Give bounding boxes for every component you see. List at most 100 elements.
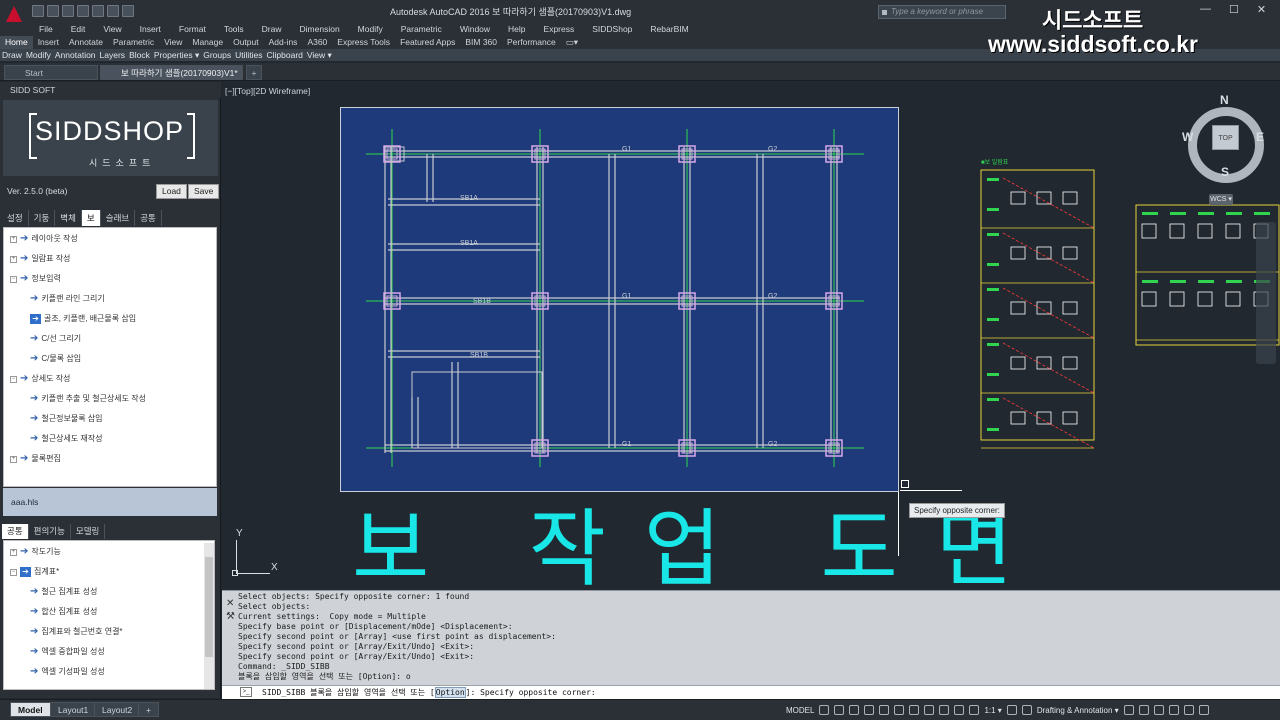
hardware-acceleration-icon[interactable] — [1168, 705, 1179, 715]
menu-siddshop[interactable]: SIDDShop — [583, 22, 641, 36]
undo-icon[interactable] — [107, 5, 119, 17]
save-as-icon[interactable] — [77, 5, 89, 17]
annotation-visibility-icon[interactable] — [954, 705, 965, 715]
ribbon-panel-groups[interactable]: Groups — [201, 49, 233, 61]
grid-icon[interactable] — [819, 705, 830, 715]
navigation-bar[interactable] — [1256, 222, 1276, 364]
lock-ui-icon[interactable] — [1138, 705, 1149, 715]
ribbon-more-icon[interactable]: ▭▾ — [561, 36, 583, 49]
command-input-text[interactable]: SIDD_SIBB 블록을 삽입할 영역을 선택 또는 [Option]: Sp… — [262, 687, 596, 698]
ribbon-tab-add-ins[interactable]: Add-ins — [264, 36, 303, 49]
workspace-switch[interactable]: Drafting & Annotation ▾ — [1037, 706, 1119, 715]
tree-item[interactable]: − ➔ 상세도 작성 — [10, 372, 70, 386]
palette-tab-0[interactable]: 설정 — [2, 210, 29, 226]
plot-icon[interactable] — [92, 5, 104, 17]
tree-item[interactable]: + ➔ 물록편집 — [10, 452, 61, 466]
selection-cycling-icon[interactable] — [939, 705, 950, 715]
ribbon-tab-performance[interactable]: Performance — [502, 36, 561, 49]
menu-view[interactable]: View — [94, 22, 130, 36]
ribbon-panel-draw[interactable]: Draw — [0, 49, 24, 61]
palette-tab-5[interactable]: 공통 — [135, 210, 162, 226]
tree-item[interactable]: ➔ C/물록 삽입 — [30, 352, 81, 366]
command-prompt-icon[interactable]: >_ — [240, 687, 252, 697]
settings-icon[interactable] — [1006, 705, 1017, 715]
isolate-objects-icon[interactable] — [1153, 705, 1164, 715]
open-icon[interactable] — [47, 5, 59, 17]
tree-item[interactable]: ➔ 철근 집계표 성성 — [30, 585, 97, 599]
menu-file[interactable]: File — [30, 22, 62, 36]
autocad-app-menu-button[interactable] — [0, 0, 30, 36]
ribbon-panel-modify[interactable]: Modify — [24, 49, 53, 61]
minimize-button[interactable]: — — [1200, 3, 1211, 16]
option-keyword[interactable]: Option — [434, 687, 466, 698]
ribbon-panel-block[interactable]: Block — [127, 49, 152, 61]
menu-dimension[interactable]: Dimension — [291, 22, 349, 36]
palette-tab-0[interactable]: 공통 — [2, 524, 29, 539]
ribbon-panel-utilities[interactable]: Utilities — [233, 49, 264, 61]
otrack-icon[interactable] — [894, 705, 905, 715]
add-scale-icon[interactable] — [1021, 705, 1032, 715]
tree-item[interactable]: ➔ 키플랜 추출 및 철근상세도 작성 — [30, 392, 146, 406]
menu-insert[interactable]: Insert — [131, 22, 170, 36]
menu-rebarbim[interactable]: RebarBIM — [641, 22, 697, 36]
save-button[interactable]: Save — [188, 184, 220, 199]
annotation-scale[interactable]: 1:1 ▾ — [984, 706, 1001, 715]
collapse-icon[interactable]: − — [10, 275, 17, 283]
load-button[interactable]: Load — [156, 184, 187, 199]
tree-item[interactable]: ➔ 엑셀 기성파일 성성 — [30, 665, 105, 679]
save-icon[interactable] — [62, 5, 74, 17]
tree-item[interactable]: ➔ C/선 그리기 — [30, 332, 81, 346]
scrollbar-thumb[interactable] — [205, 557, 213, 657]
floor-plan-drawing[interactable]: SB1A SB1A SB1B SB1B G1 G2 G1 G2 G1 G2 — [340, 107, 900, 493]
ortho-icon[interactable] — [849, 705, 860, 715]
palette-tab-1[interactable]: 기둥 — [29, 210, 56, 226]
menu-window[interactable]: Window — [451, 22, 499, 36]
redo-icon[interactable] — [122, 5, 134, 17]
tree-item[interactable]: − ➔ 집계표* — [10, 565, 59, 579]
tree-item[interactable]: ➔ 키플랜 라인 그리기 — [30, 292, 105, 306]
osnap-icon[interactable] — [879, 705, 890, 715]
tree-item[interactable]: ➔ 집계표와 철근번호 연결* — [30, 625, 123, 639]
model-space-button[interactable]: MODEL — [786, 706, 814, 715]
layout-tab-layout1[interactable]: Layout1 — [50, 702, 97, 717]
snap-icon[interactable] — [834, 705, 845, 715]
compass-south[interactable]: S — [1221, 165, 1229, 179]
ribbon-tab-featured-apps[interactable]: Featured Apps — [395, 36, 460, 49]
maximize-button[interactable]: ☐ — [1229, 3, 1239, 16]
ribbon-tab-insert[interactable]: Insert — [33, 36, 64, 49]
viewcube-top-face[interactable]: TOP — [1212, 125, 1239, 150]
compass-west[interactable]: W — [1182, 130, 1193, 144]
ribbon-tab-express-tools[interactable]: Express Tools — [332, 36, 395, 49]
tree-item[interactable]: ➔ 엑셀 중합파일 성성 — [30, 645, 105, 659]
viewcube[interactable]: TOP N S E W — [1182, 93, 1268, 183]
customization-icon[interactable] — [1198, 705, 1209, 715]
menu-draw[interactable]: Draw — [253, 22, 291, 36]
ribbon-panel-properties[interactable]: Properties ▾ — [152, 49, 201, 61]
tree-scrollbar[interactable] — [204, 543, 214, 689]
expand-icon[interactable]: + — [10, 548, 17, 556]
menu-edit[interactable]: Edit — [62, 22, 95, 36]
ribbon-tab-bim-360[interactable]: BIM 360 — [460, 36, 502, 49]
search-input[interactable]: Type a keyword or phrase — [878, 5, 1006, 19]
ribbon-panel-view[interactable]: View ▾ — [305, 49, 334, 61]
menu-express[interactable]: Express — [535, 22, 584, 36]
compass-north[interactable]: N — [1220, 93, 1229, 107]
layout-tab-layout2[interactable]: Layout2 — [94, 702, 141, 717]
palette-tab-2[interactable]: 벽체 — [55, 210, 82, 226]
auto-scale-icon[interactable] — [969, 705, 980, 715]
transparency-icon[interactable] — [924, 705, 935, 715]
ribbon-panel-annotation[interactable]: Annotation — [53, 49, 98, 61]
viewport-controls[interactable]: [−][Top][2D Wireframe] — [225, 86, 310, 96]
ribbon-tab-output[interactable]: Output — [228, 36, 264, 49]
menu-tools[interactable]: Tools — [215, 22, 253, 36]
ribbon-tab-a360[interactable]: A360 — [302, 36, 332, 49]
tab-start[interactable]: Start — [4, 65, 98, 80]
wrench-icon[interactable]: ⚒ — [226, 610, 235, 623]
clean-screen-icon[interactable] — [1183, 705, 1194, 715]
palette-tab-4[interactable]: 슬래브 — [101, 210, 136, 226]
ribbon-tab-parametric[interactable]: Parametric — [108, 36, 159, 49]
tree-item[interactable]: ➔ 철근정보물록 삽입 — [30, 412, 103, 426]
ribbon-tab-home[interactable]: Home — [0, 36, 33, 49]
ribbon-tab-view[interactable]: View — [159, 36, 187, 49]
wcs-menu[interactable]: WCS ▾ — [1209, 194, 1233, 205]
